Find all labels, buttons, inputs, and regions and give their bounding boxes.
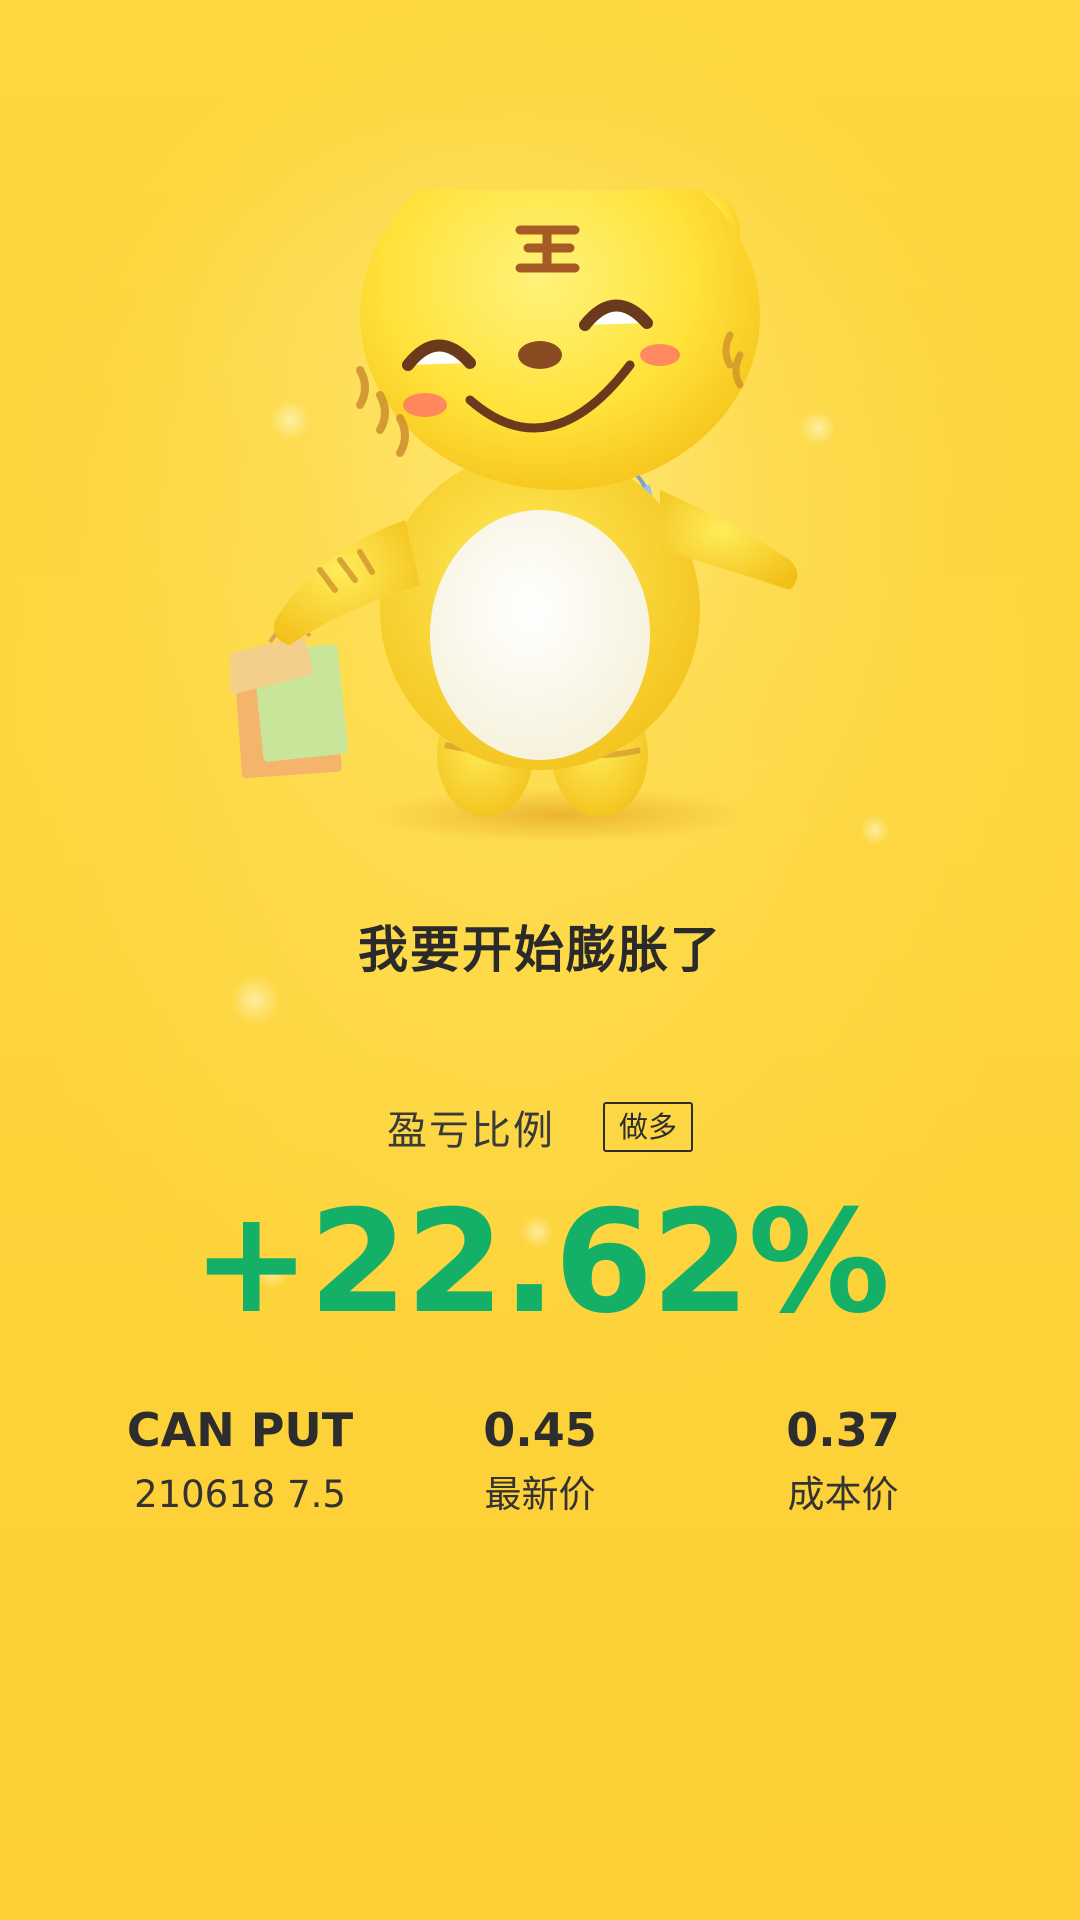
- sparkle-icon: [230, 975, 280, 1025]
- profit-ratio-value: +22.62%: [191, 1180, 890, 1345]
- latest-price-value: 0.45: [483, 1403, 597, 1457]
- cost-price-value: 0.37: [786, 1403, 900, 1457]
- tiger-mascot-icon: [230, 190, 798, 843]
- headline-title: 我要开始膨胀了: [358, 921, 722, 979]
- cost-price-label: 成本价: [787, 1473, 899, 1516]
- latest-price-label: 最新价: [484, 1473, 596, 1516]
- contract-detail: 210618 7.5: [134, 1473, 346, 1516]
- sparkle-icon: [860, 815, 890, 845]
- contract-name: CAN PUT: [126, 1403, 354, 1457]
- position-direction-badge: 做多: [602, 1102, 693, 1152]
- stat-contract: CAN PUT 210618 7.5: [80, 1400, 400, 1520]
- position-stats: CAN PUT 210618 7.5 0.45 最新价 0.37 成本价: [0, 1400, 1080, 1540]
- stat-cost-price: 0.37 成本价: [683, 1400, 1003, 1520]
- profit-ratio-label: 盈亏比例: [386, 1108, 555, 1154]
- profit-ratio-row: 盈亏比例 做多: [0, 1098, 1080, 1156]
- stat-latest-price: 0.45 最新价: [380, 1400, 700, 1520]
- share-card: 我要开始膨胀了 盈亏比例 做多 +22.62% CAN PUT 210618 7…: [0, 0, 1080, 1920]
